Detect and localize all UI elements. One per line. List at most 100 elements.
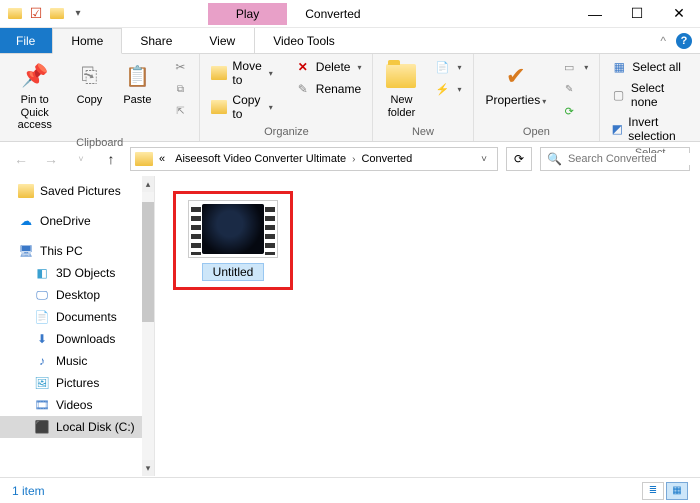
open-icon: ▭ [564,61,574,74]
properties-button[interactable]: ✔ Properties▾ [480,57,553,111]
rename-icon: ✎ [298,82,308,96]
copy-path-button[interactable]: ⧉ [167,79,193,99]
easy-access-button[interactable]: ⚡▾ [429,79,466,99]
film-strip-icon [191,203,201,255]
video-thumbnail [188,200,278,258]
tree-downloads[interactable]: ⬇Downloads [0,328,154,350]
scrollbar-thumb[interactable] [142,202,154,322]
folder-icon [18,184,34,198]
paste-button[interactable]: 📋 Paste [115,57,159,110]
tab-video-tools[interactable]: Video Tools [254,28,354,53]
paste-shortcut-button[interactable]: ⇱ [167,101,193,121]
delete-button[interactable]: ✕Delete▾ [290,57,367,77]
collapse-ribbon-icon[interactable]: ^ [660,34,666,48]
tree-videos[interactable]: 🎞Videos [0,394,154,416]
item-count: 1 item [12,484,45,498]
tree-this-pc[interactable]: 🖥This PC [0,240,154,262]
crumb-current[interactable]: Converted [357,151,416,167]
breadcrumb[interactable]: « Aiseesoft Video Converter Ultimate › C… [130,147,498,171]
search-box[interactable]: 🔍 [540,147,690,171]
folder-icon [386,64,416,88]
path-icon: ⧉ [177,84,184,95]
tree-3d-objects[interactable]: ◧3D Objects [0,262,154,284]
folder-icon[interactable] [6,5,24,23]
forward-button[interactable]: → [40,148,62,170]
tab-share[interactable]: Share [122,28,191,53]
pin-button[interactable]: 📌 Pin to Quick access [6,57,63,135]
details-view-button[interactable]: ≣ [642,482,664,500]
quick-access-toolbar: ☑ ▾ [0,2,93,26]
film-strip-icon [265,203,275,255]
tab-file[interactable]: File [0,28,52,53]
open-button[interactable]: ▭▾ [556,57,593,77]
up-button[interactable]: ↑ [100,148,122,170]
group-label-organize: Organize [206,124,366,141]
help-icon[interactable]: ? [676,33,692,49]
disk-icon: ⬛ [35,420,50,434]
tree-documents[interactable]: 📄Documents [0,306,154,328]
move-to-button[interactable]: Move to▾ [206,57,277,89]
tree-desktop[interactable]: 🖵Desktop [0,284,154,306]
group-select: ▦Select all ▢Select none ◩Invert selecti… [600,54,700,141]
cut-button[interactable]: ✂ [167,57,193,77]
scroll-down-icon[interactable]: ▾ [142,460,154,476]
folder-icon [211,66,227,80]
new-folder-icon[interactable] [48,5,66,23]
downloads-icon: ⬇ [37,332,47,346]
scroll-up-icon[interactable]: ▴ [142,176,154,192]
edit-icon: ✎ [565,84,573,95]
shortcut-icon: ⇱ [176,106,184,117]
copy-to-button[interactable]: Copy to▾ [206,91,277,123]
main-area: Saved Pictures ☁OneDrive 🖥This PC ◧3D Ob… [0,176,700,476]
delete-icon: ✕ [298,60,308,74]
tree-pictures[interactable]: 🖼Pictures [0,372,154,394]
select-all-button[interactable]: ▦Select all [606,57,694,77]
tab-home[interactable]: Home [52,28,122,54]
properties-icon[interactable]: ☑ [27,5,45,23]
copy-button[interactable]: ⎘ Copy [67,57,111,110]
cut-icon: ✂ [175,60,185,74]
rename-button[interactable]: ✎Rename [290,79,367,99]
address-dropdown[interactable]: ˅ [481,154,493,165]
sidebar-scrollbar[interactable]: ▴ ▾ [142,176,154,476]
history-button[interactable]: ⟳ [556,101,593,121]
address-bar: ← → ˅ ↑ « Aiseesoft Video Converter Ulti… [0,142,700,176]
maximize-button[interactable]: ☐ [616,0,658,28]
edit-button[interactable]: ✎ [556,79,593,99]
desktop-icon: 🖵 [36,288,48,303]
tree-onedrive[interactable]: ☁OneDrive [0,210,154,232]
select-all-icon: ▦ [614,60,625,74]
tree-music[interactable]: ♪Music [0,350,154,372]
icons-view-button[interactable]: ▦ [666,482,688,500]
pictures-icon: 🖼 [34,376,49,390]
documents-icon: 📄 [35,310,50,324]
3d-icon: ◧ [36,266,47,280]
crumb-prefix[interactable]: « [155,151,169,167]
invert-icon: ◩ [612,122,623,136]
refresh-button[interactable]: ⟳ [506,147,532,171]
tree-saved-pictures[interactable]: Saved Pictures [0,180,154,202]
file-name[interactable]: Untitled [202,263,265,281]
close-button[interactable]: ✕ [658,0,700,28]
invert-selection-button[interactable]: ◩Invert selection [606,113,694,145]
tab-view[interactable]: View [191,28,254,53]
recent-dropdown[interactable]: ˅ [70,148,92,170]
minimize-button[interactable]: — [574,0,616,28]
new-folder-button[interactable]: New folder [379,57,423,122]
new-item-icon: 📄 [436,61,450,74]
onedrive-icon: ☁ [20,214,32,228]
search-icon: 🔍 [547,152,562,166]
qat-dropdown-icon[interactable]: ▾ [69,5,87,23]
select-none-button[interactable]: ▢Select none [606,79,694,111]
play-tab[interactable]: Play [208,3,287,25]
tree-local-disk-c[interactable]: ⬛Local Disk (C:) [0,416,154,438]
details-icon: ≣ [649,485,657,496]
new-item-button[interactable]: 📄▾ [429,57,466,77]
file-item[interactable]: Untitled [173,191,293,290]
videos-icon: 🎞 [34,398,49,412]
back-button[interactable]: ← [10,148,32,170]
group-organize: Move to▾ Copy to▾ ✕Delete▾ ✎Rename Organ… [200,54,373,141]
group-clipboard: 📌 Pin to Quick access ⎘ Copy 📋 Paste ✂ ⧉… [0,54,200,141]
crumb-parent[interactable]: Aiseesoft Video Converter Ultimate [171,151,350,167]
search-input[interactable] [568,153,700,165]
